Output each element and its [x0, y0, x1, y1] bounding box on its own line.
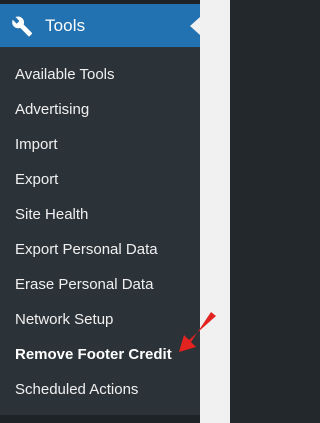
wrench-icon: [11, 15, 33, 37]
submenu-item-network-setup[interactable]: Network Setup: [0, 302, 200, 337]
sidebar-bottom-edge: [0, 415, 200, 423]
tools-menu-header[interactable]: Tools: [0, 4, 200, 47]
submenu-item-import[interactable]: Import: [0, 127, 200, 162]
current-menu-pointer: [190, 17, 200, 35]
tools-submenu: Available Tools Advertising Import Expor…: [0, 47, 200, 407]
submenu-item-erase-personal-data[interactable]: Erase Personal Data: [0, 267, 200, 302]
submenu-item-remove-footer-credit[interactable]: Remove Footer Credit: [0, 337, 200, 372]
submenu-item-export-personal-data[interactable]: Export Personal Data: [0, 232, 200, 267]
submenu-item-scheduled-actions[interactable]: Scheduled Actions: [0, 372, 200, 407]
page: Tools Available Tools Advertising Import…: [0, 0, 230, 423]
submenu-item-export[interactable]: Export: [0, 162, 200, 197]
admin-sidebar: Tools Available Tools Advertising Import…: [0, 0, 200, 423]
submenu-item-site-health[interactable]: Site Health: [0, 197, 200, 232]
submenu-item-advertising[interactable]: Advertising: [0, 92, 200, 127]
red-arrow-icon: [179, 312, 216, 352]
submenu-item-available-tools[interactable]: Available Tools: [0, 57, 200, 92]
tools-menu-title: Tools: [45, 15, 86, 35]
